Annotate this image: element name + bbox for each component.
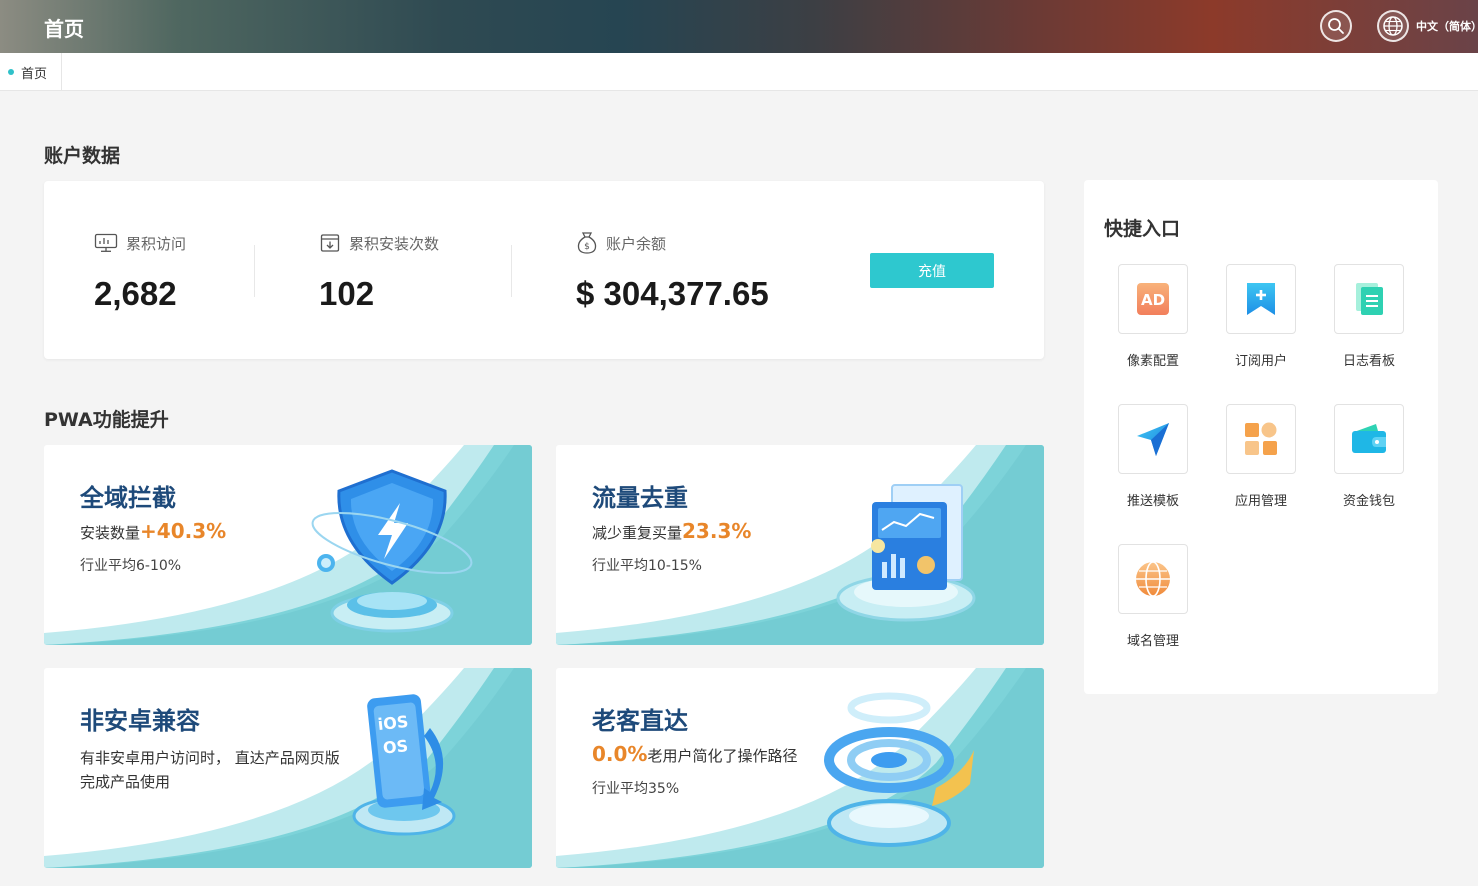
feature-stat-value: 23.3% bbox=[682, 519, 752, 543]
quick-item-label: 订阅用户 bbox=[1234, 354, 1287, 369]
feature-title: 非安卓兼容 bbox=[80, 707, 200, 735]
quick-item-log-board[interactable]: 日志看板 bbox=[1324, 264, 1414, 369]
stat-visits: 累积访问 2,682 bbox=[94, 231, 186, 313]
search-icon bbox=[1328, 18, 1344, 34]
quick-item-label: 推送模板 bbox=[1126, 494, 1179, 509]
stat-label: 累积安装次数 bbox=[349, 234, 440, 253]
tab-bar: 首页 bbox=[0, 53, 1478, 91]
chart-panel-icon bbox=[836, 484, 976, 622]
money-bag-icon: $ bbox=[577, 232, 597, 254]
stat-label: 账户余额 bbox=[606, 234, 667, 253]
ios-phone-icon: iOS OS bbox=[352, 694, 456, 836]
rings-icon bbox=[824, 692, 974, 847]
feature-card-returning[interactable]: 老客直达 0.0%老用户简化了操作路径 行业平均35% bbox=[556, 668, 1044, 868]
quick-item-wallet[interactable]: 资金钱包 bbox=[1324, 404, 1414, 509]
language-button[interactable] bbox=[1377, 10, 1409, 42]
bookmark-plus-icon bbox=[1247, 283, 1275, 315]
feature-title: 全域拦截 bbox=[80, 484, 176, 512]
feature-description: 有非安卓用户访问时， 直达产品网页版完成产品使用 bbox=[80, 749, 340, 791]
feature-card-non-android[interactable]: 非安卓兼容 有非安卓用户访问时， 直达产品网页版完成产品使用 iOS OS bbox=[44, 668, 532, 868]
quick-item-icon-box bbox=[1118, 404, 1188, 474]
shield-icon bbox=[311, 469, 473, 633]
download-box-icon bbox=[320, 234, 340, 252]
feature-benchmark: 行业平均35% bbox=[592, 781, 680, 797]
quick-item-icon-box: AD bbox=[1118, 264, 1188, 334]
apps-grid-icon bbox=[1245, 422, 1277, 455]
account-section-title: 账户数据 bbox=[44, 145, 121, 167]
feature-card-intercept[interactable]: 全域拦截 安装数量+40.3% 行业平均6-10% bbox=[44, 445, 532, 645]
stat-value: 2,682 bbox=[94, 275, 177, 312]
feature-stat-text: 老用户简化了操作路径 bbox=[647, 747, 798, 765]
quick-item-pixel-config[interactable]: AD 像素配置 bbox=[1108, 264, 1198, 369]
quick-item-label: 资金钱包 bbox=[1342, 494, 1395, 509]
feature-stat: 0.0%老用户简化了操作路径 bbox=[592, 742, 797, 766]
quick-item-push-template[interactable]: 推送模板 bbox=[1108, 404, 1198, 509]
quick-entry-card: 快捷入口 AD 像素配置 订阅用户 日志看板 推送模板 应用管理 资金钱包 域名… bbox=[1084, 180, 1438, 694]
quick-item-label: 日志看板 bbox=[1342, 354, 1395, 369]
quick-item-label: 像素配置 bbox=[1126, 354, 1179, 369]
stat-value: $ 304,377.65 bbox=[576, 275, 769, 312]
quick-item-icon-box bbox=[1226, 264, 1296, 334]
wallet-icon bbox=[1352, 424, 1386, 453]
quick-item-subscribers[interactable]: 订阅用户 bbox=[1216, 264, 1306, 369]
svg-text:OS: OS bbox=[382, 736, 409, 758]
language-label[interactable]: 中文（简体） bbox=[1416, 18, 1478, 34]
monitor-icon bbox=[94, 233, 118, 252]
recharge-button[interactable]: 充值 bbox=[870, 253, 994, 288]
stat-installs: 累积安装次数 102 bbox=[319, 231, 439, 313]
quick-item-app-manage[interactable]: 应用管理 bbox=[1216, 404, 1306, 509]
search-button[interactable] bbox=[1320, 10, 1352, 42]
stat-value: 102 bbox=[319, 275, 375, 312]
feature-stat: 安装数量+40.3% bbox=[80, 519, 226, 543]
feature-benchmark: 行业平均6-10% bbox=[80, 558, 182, 574]
quick-item-label: 域名管理 bbox=[1126, 634, 1179, 649]
divider bbox=[511, 245, 512, 297]
tab-label: 首页 bbox=[21, 66, 48, 82]
feature-title: 流量去重 bbox=[592, 484, 688, 512]
quick-item-icon-box bbox=[1334, 264, 1404, 334]
quick-item-domain-manage[interactable]: 域名管理 bbox=[1108, 544, 1198, 649]
feature-stat-value: +40.3% bbox=[140, 519, 227, 543]
svg-text:AD: AD bbox=[1141, 291, 1165, 309]
feature-stat-text: 减少重复买量 bbox=[592, 524, 683, 542]
divider bbox=[254, 245, 255, 297]
feature-title: 老客直达 bbox=[592, 707, 688, 735]
feature-card-dedupe[interactable]: 流量去重 减少重复买量23.3% 行业平均10-15% bbox=[556, 445, 1044, 645]
svg-text:iOS: iOS bbox=[377, 712, 409, 734]
quick-item-icon-box bbox=[1334, 404, 1404, 474]
globe-icon bbox=[1383, 16, 1403, 36]
stat-label: 累积访问 bbox=[126, 234, 187, 253]
feature-stat: 减少重复买量23.3% bbox=[592, 519, 751, 543]
globe-icon bbox=[1136, 561, 1170, 597]
feature-stat-text: 安装数量 bbox=[80, 524, 141, 542]
paper-plane-icon bbox=[1137, 423, 1169, 456]
tab-home[interactable]: 首页 bbox=[0, 53, 62, 91]
quick-item-icon-box bbox=[1226, 404, 1296, 474]
pwa-section-title: PWA功能提升 bbox=[44, 409, 169, 431]
quick-item-icon-box bbox=[1118, 544, 1188, 614]
quick-item-label: 应用管理 bbox=[1234, 494, 1287, 509]
feature-stat-value: 0.0% bbox=[592, 742, 648, 766]
top-header: 首页 中文（简体） bbox=[0, 0, 1478, 53]
stat-balance: $ 账户余额 $ 304,377.65 bbox=[576, 231, 769, 313]
ad-icon: AD bbox=[1137, 283, 1169, 315]
document-icon bbox=[1356, 283, 1383, 315]
svg-text:$: $ bbox=[584, 242, 590, 252]
active-dot bbox=[8, 69, 14, 75]
page-title: 首页 bbox=[44, 17, 84, 41]
account-stats-card: 累积访问 2,682 累积安装次数 102 $ 账户余额 $ 304,377.6… bbox=[44, 181, 1044, 359]
feature-benchmark: 行业平均10-15% bbox=[592, 558, 702, 574]
quick-entry-title: 快捷入口 bbox=[1104, 218, 1181, 240]
